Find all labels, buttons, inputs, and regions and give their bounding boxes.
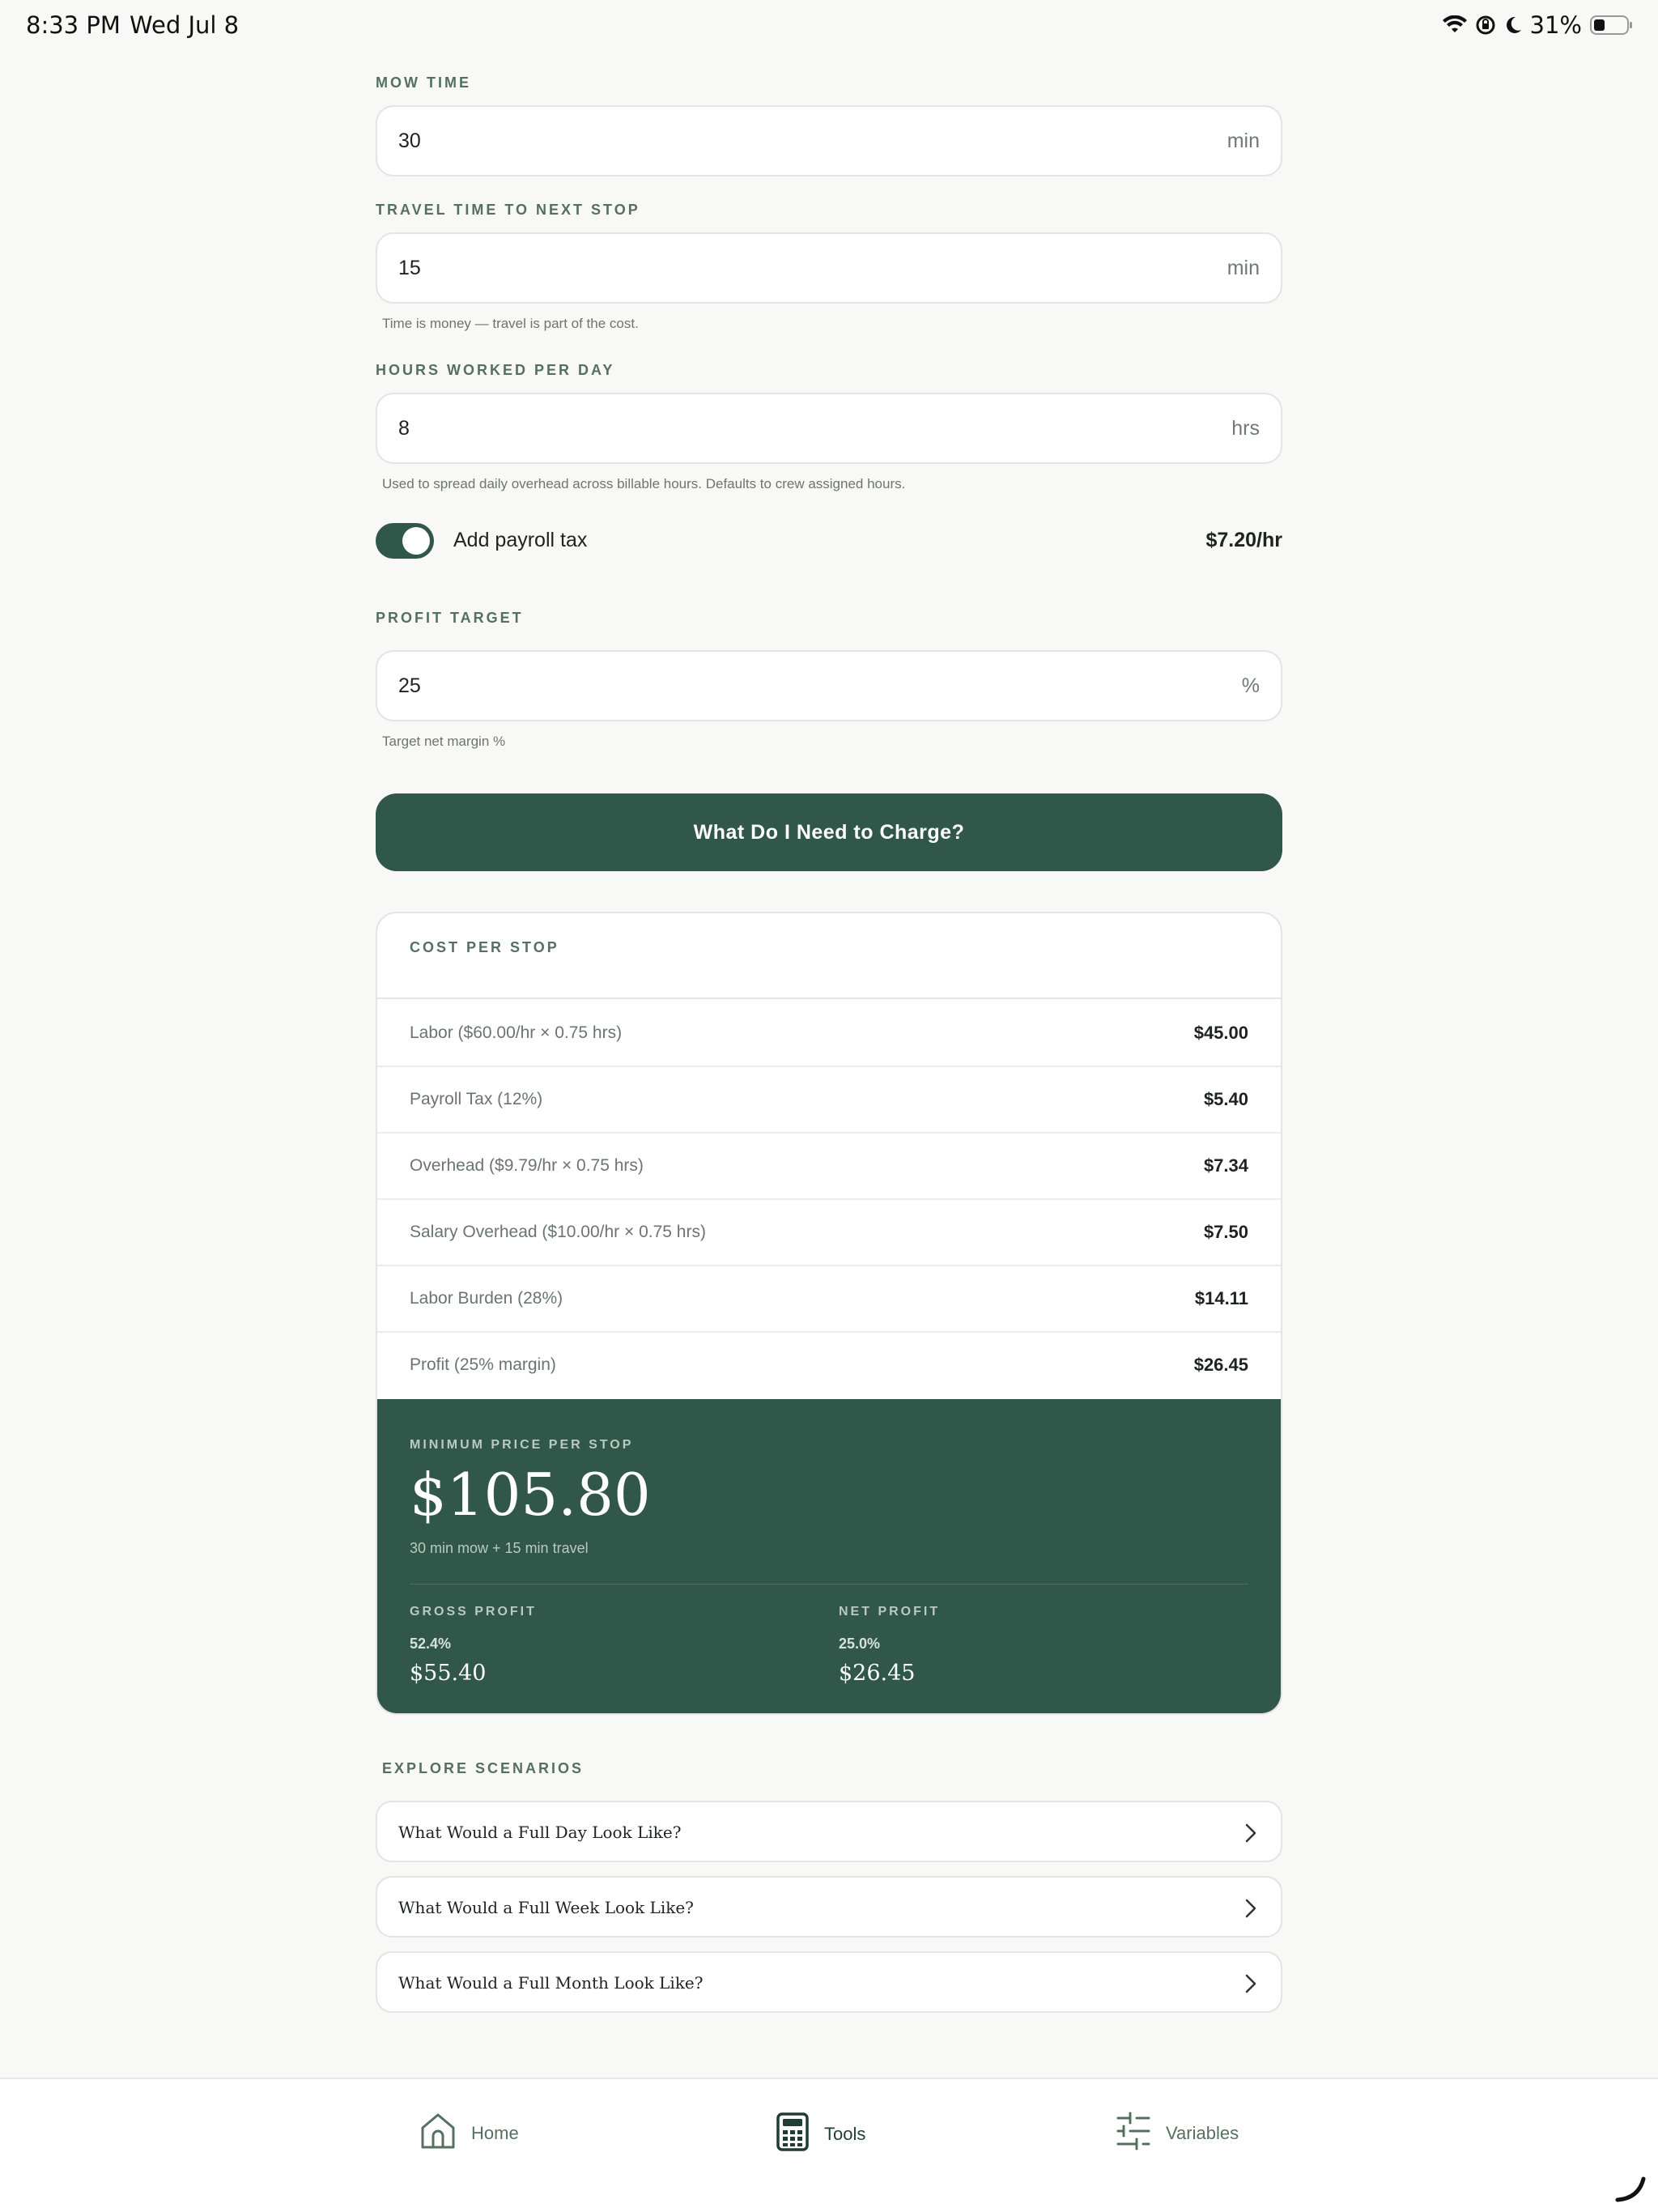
cost-label: Salary Overhead ($10.00/hr × 0.75 hrs)	[410, 1223, 706, 1241]
moon-icon	[1504, 15, 1522, 35]
chevron-right-icon	[1245, 1823, 1256, 1847]
mow-time-unit: min	[1226, 130, 1260, 152]
payroll-tax-label: Add payroll tax	[453, 529, 588, 551]
sliders-icon	[1116, 2112, 1151, 2155]
hours-per-day-input[interactable]: 8 hrs	[376, 393, 1282, 464]
tab-tools-label: Tools	[824, 2123, 866, 2144]
cost-row-labor-burden: Labor Burden (28%) $14.11	[377, 1266, 1281, 1333]
min-price-subtext: 30 min mow + 15 min travel	[410, 1540, 589, 1556]
price-summary: MINIMUM PRICE PER STOP $105.80 30 min mo…	[377, 1399, 1281, 1713]
profit-target-value: 25	[398, 674, 421, 697]
summary-divider	[410, 1584, 1248, 1585]
min-price-label: MINIMUM PRICE PER STOP	[410, 1438, 634, 1452]
profit-target-label: PROFIT TARGET	[376, 610, 524, 626]
scenario-full-day[interactable]: What Would a Full Day Look Like?	[376, 1801, 1282, 1862]
status-time: 8:33 PM	[26, 11, 121, 39]
mow-time-label: MOW TIME	[376, 74, 471, 91]
cost-value: $7.34	[1203, 1155, 1248, 1176]
cost-row-overhead: Overhead ($9.79/hr × 0.75 hrs) $7.34	[377, 1134, 1281, 1200]
profit-target-helper: Target net margin %	[382, 734, 506, 749]
scenario-label: What Would a Full Month Look Like?	[398, 1973, 704, 1993]
cost-label: Overhead ($9.79/hr × 0.75 hrs)	[410, 1156, 644, 1175]
gross-profit-percent: 52.4%	[410, 1636, 452, 1652]
cost-label: Profit (25% margin)	[410, 1355, 556, 1374]
travel-time-helper: Time is money — travel is part of the co…	[382, 316, 639, 331]
travel-time-value: 15	[398, 257, 421, 279]
chevron-right-icon	[1245, 1899, 1256, 1922]
scenario-label: What Would a Full Week Look Like?	[398, 1898, 694, 1917]
hours-per-day-unit: hrs	[1231, 417, 1260, 440]
cost-label: Labor ($60.00/hr × 0.75 hrs)	[410, 1023, 623, 1042]
net-profit-label: NET PROFIT	[839, 1605, 941, 1619]
mow-time-input[interactable]: 30 min	[376, 105, 1282, 177]
corner-indicator-icon	[1614, 2176, 1647, 2207]
travel-time-unit: min	[1226, 257, 1260, 279]
tab-home[interactable]: Home	[419, 2112, 519, 2155]
hours-per-day-value: 8	[398, 417, 410, 440]
net-profit-amount: $26.45	[839, 1661, 916, 1686]
toggle-knob	[402, 527, 430, 555]
status-icons: 31%	[1442, 11, 1634, 39]
status-bar: 8:33 PM Wed Jul 8 31%	[0, 0, 1658, 52]
scenario-full-week[interactable]: What Would a Full Week Look Like?	[376, 1876, 1282, 1938]
hours-per-day-label: HOURS WORKED PER DAY	[376, 362, 615, 378]
cost-label: Labor Burden (28%)	[410, 1289, 563, 1308]
cost-row-labor: Labor ($60.00/hr × 0.75 hrs) $45.00	[377, 1001, 1281, 1067]
status-date: Wed Jul 8	[130, 11, 240, 39]
tab-variables[interactable]: Variables	[1116, 2112, 1239, 2155]
home-icon	[419, 2112, 457, 2155]
profit-target-input[interactable]: 25 %	[376, 650, 1282, 721]
tab-variables-label: Variables	[1166, 2122, 1239, 2143]
hours-per-day-helper: Used to spread daily overhead across bil…	[382, 476, 906, 491]
orientation-lock-icon	[1475, 15, 1496, 36]
cost-label: Payroll Tax (12%)	[410, 1090, 543, 1108]
battery-icon	[1590, 15, 1634, 36]
gross-profit-amount: $55.40	[410, 1661, 487, 1686]
profit-target-unit: %	[1241, 674, 1260, 697]
tab-home-label: Home	[471, 2122, 519, 2143]
payroll-tax-rate: $7.20/hr	[1205, 529, 1282, 551]
cost-value: $26.45	[1193, 1355, 1248, 1375]
card-title: COST PER STOP	[410, 939, 559, 955]
min-price-value: $105.80	[410, 1461, 651, 1529]
mow-time-value: 30	[398, 130, 421, 152]
chevron-right-icon	[1245, 1974, 1256, 1997]
cost-row-salary-overhead: Salary Overhead ($10.00/hr × 0.75 hrs) $…	[377, 1200, 1281, 1266]
cost-value: $5.40	[1203, 1089, 1248, 1109]
wifi-icon	[1442, 15, 1467, 35]
gross-profit-metric: GROSS PROFIT 52.4% $55.40	[410, 1605, 537, 1686]
gross-profit-label: GROSS PROFIT	[410, 1605, 537, 1619]
scenarios-title: EXPLORE SCENARIOS	[382, 1760, 585, 1776]
cost-value: $45.00	[1193, 1023, 1248, 1043]
scenario-label: What Would a Full Day Look Like?	[398, 1823, 682, 1842]
cost-per-stop-card: COST PER STOP Labor ($60.00/hr × 0.75 hr…	[376, 912, 1282, 1715]
scenario-full-month[interactable]: What Would a Full Month Look Like?	[376, 1951, 1282, 2013]
travel-time-input[interactable]: 15 min	[376, 232, 1282, 304]
cost-row-profit: Profit (25% margin) $26.45	[377, 1333, 1281, 1399]
tab-bar: Home Tools Variables	[0, 2078, 1658, 2212]
calculate-charge-button[interactable]: What Do I Need to Charge?	[376, 793, 1282, 871]
cost-value: $7.50	[1203, 1222, 1248, 1242]
battery-percent: 31%	[1529, 11, 1582, 39]
net-profit-metric: NET PROFIT 25.0% $26.45	[839, 1605, 940, 1686]
card-header: COST PER STOP	[377, 913, 1281, 999]
cost-row-payroll-tax: Payroll Tax (12%) $5.40	[377, 1067, 1281, 1134]
calculator-icon	[776, 2112, 810, 2156]
payroll-tax-toggle[interactable]	[376, 523, 434, 559]
travel-time-label: TRAVEL TIME TO NEXT STOP	[376, 202, 640, 218]
tab-tools[interactable]: Tools	[776, 2112, 865, 2156]
net-profit-percent: 25.0%	[839, 1636, 881, 1652]
cost-value: $14.11	[1194, 1288, 1248, 1308]
